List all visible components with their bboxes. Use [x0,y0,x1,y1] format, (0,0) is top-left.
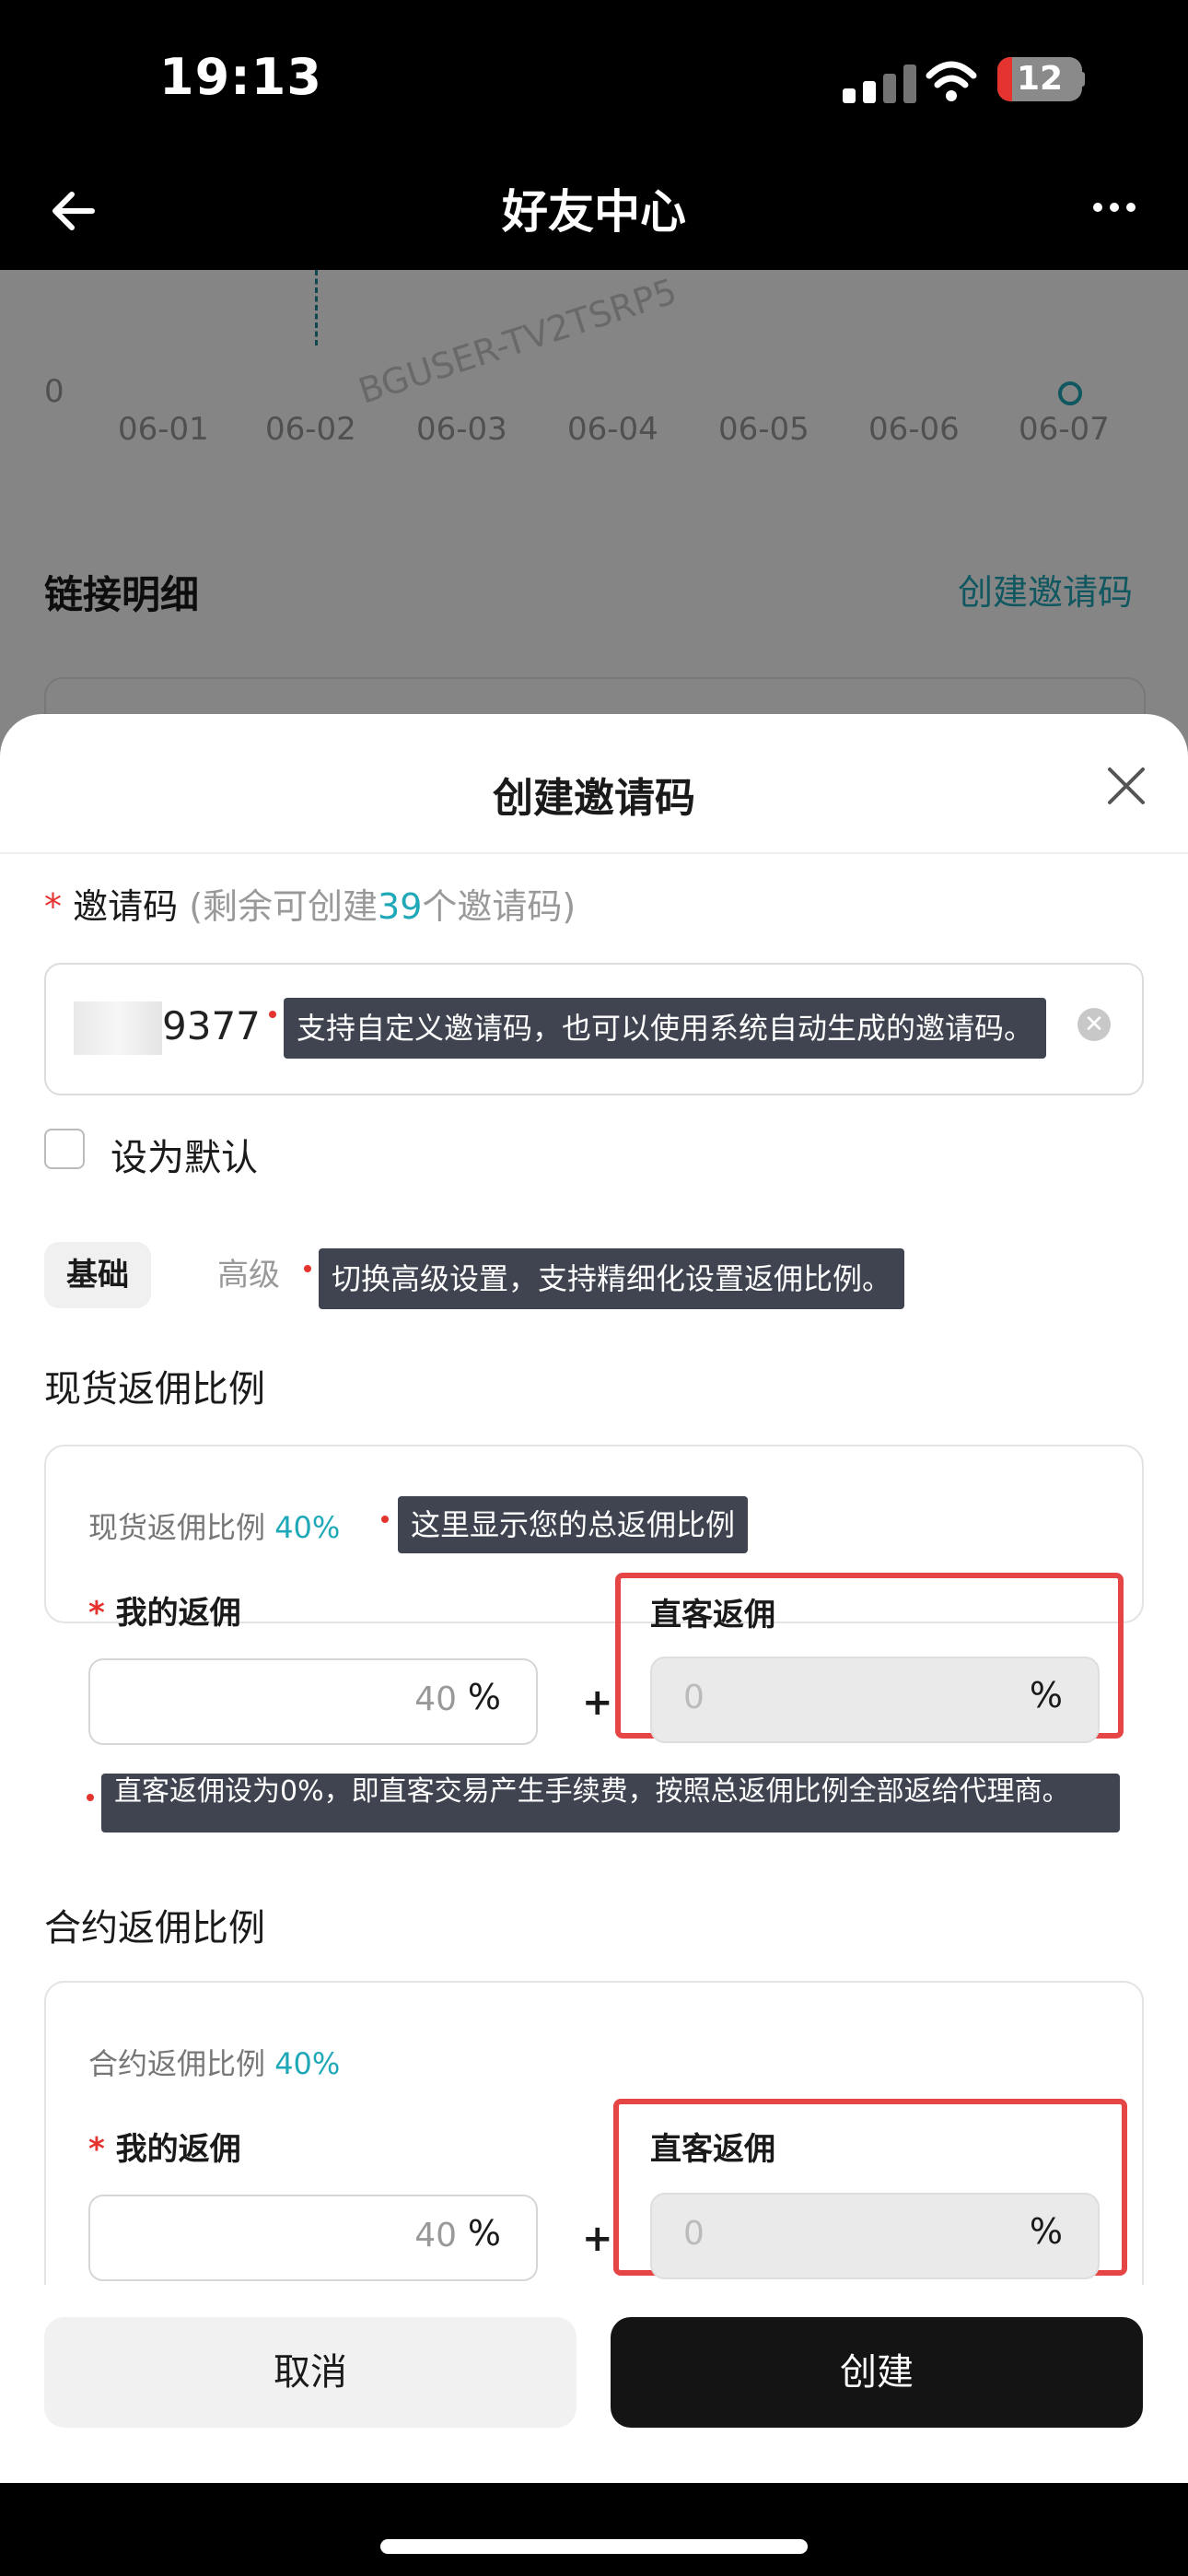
battery-level: 12 [1016,60,1064,98]
home-bar [0,2483,1188,2576]
spot-section-title: 现货返佣比例 [44,1368,265,1411]
default-label[interactable]: 设为默认 [111,1128,258,1181]
invite-code-label: * 邀请码 (剩余可创建39个邀请码) [44,878,576,929]
sheet-title: 创建邀请码 [493,775,695,822]
clear-icon[interactable]: ✕ [1077,1008,1111,1041]
invite-code-label-text: 邀请码 [73,886,179,927]
spot-rate-value: 40% [274,1510,341,1545]
close-icon[interactable] [1101,760,1152,812]
page-title: 好友中心 [502,185,686,239]
contract-my-rebate-value: 40 [414,2217,457,2254]
divider [0,852,1188,854]
create-invite-sheet: 创建邀请码 * 邀请码 (剩余可创建39个邀请码) 9377 支持自定义邀请码，… [0,714,1188,2483]
percent-unit: % [467,1677,501,1717]
contract-direct-rebate-value: 0 [683,2215,705,2253]
masked-code-prefix [74,1001,162,1055]
percent-unit: % [467,2213,501,2254]
spot-my-rebate-label: * 我的返佣 [88,1595,241,1632]
spot-my-rebate-value: 40 [414,1680,457,1718]
invite-code-input[interactable]: 9377 支持自定义邀请码，也可以使用系统自动生成的邀请码。 ✕ [44,963,1144,1095]
contract-rate-label-text: 合约返佣比例 [88,2046,266,2081]
percent-unit: % [1029,1675,1063,1715]
nav-bar: 好友中心 [0,161,1188,270]
more-icon[interactable] [1087,180,1142,235]
spot-direct-rebate-value: 0 [683,1679,705,1716]
plus-sign: + [582,1681,613,1724]
contract-my-rebate-label: * 我的返佣 [88,2131,241,2168]
required-mark: * [44,886,62,927]
wifi-icon [926,61,977,101]
status-bar: 19:13 12 [0,0,1188,161]
spot-rate-label-text: 现货返佣比例 [88,1510,266,1545]
contract-rate-label: 合约返佣比例 40% [88,2041,340,2083]
contract-my-rebate-input[interactable]: 40 % [88,2195,538,2281]
cancel-button[interactable]: 取消 [44,2317,577,2428]
status-time: 19:13 [159,48,322,106]
spot-note-tip: 直客返佣设为0%，即直客交易产生手续费，按照总返佣比例全部返给代理商。 [101,1774,1120,1832]
cellular-signal-icon [843,64,916,103]
remain-count: 39 [378,886,423,927]
tip-marker [87,1794,94,1801]
tip-marker [381,1516,389,1523]
percent-unit: % [1029,2211,1063,2252]
tip-marker [269,1011,276,1018]
battery-icon: 12 [997,57,1082,101]
home-indicator[interactable] [380,2539,808,2554]
remain-suffix: 个邀请码) [422,886,577,927]
remain-prefix: (剩余可创建 [178,886,379,927]
spot-my-rebate-input[interactable]: 40 % [88,1658,538,1745]
create-button[interactable]: 创建 [611,2317,1143,2428]
spot-rate-label: 现货返佣比例 40% [88,1505,340,1547]
tab-basic[interactable]: 基础 [44,1242,151,1308]
default-checkbox[interactable] [44,1129,85,1169]
invite-code-tip: 支持自定义邀请码，也可以使用系统自动生成的邀请码。 [284,998,1047,1059]
spot-rate-tip: 这里显示您的总返佣比例 [398,1496,749,1553]
plus-sign: + [582,2218,613,2260]
tip-marker [304,1265,311,1272]
contract-rate-value: 40% [274,2046,341,2081]
spot-direct-rebate-label: 直客返佣 [650,1597,775,1633]
tab-advanced[interactable]: 高级 [217,1242,280,1308]
contract-section-title: 合约返佣比例 [44,1907,265,1950]
battery-cap [1079,72,1085,87]
spot-direct-rebate-input[interactable]: 0 % [650,1657,1100,1743]
contract-direct-rebate-input[interactable]: 0 % [650,2193,1100,2279]
tab-tip: 切换高级设置，支持精细化设置返佣比例。 [319,1248,905,1309]
invite-code-value: 9377 [162,1003,261,1048]
contract-direct-rebate-label: 直客返佣 [650,2131,775,2168]
